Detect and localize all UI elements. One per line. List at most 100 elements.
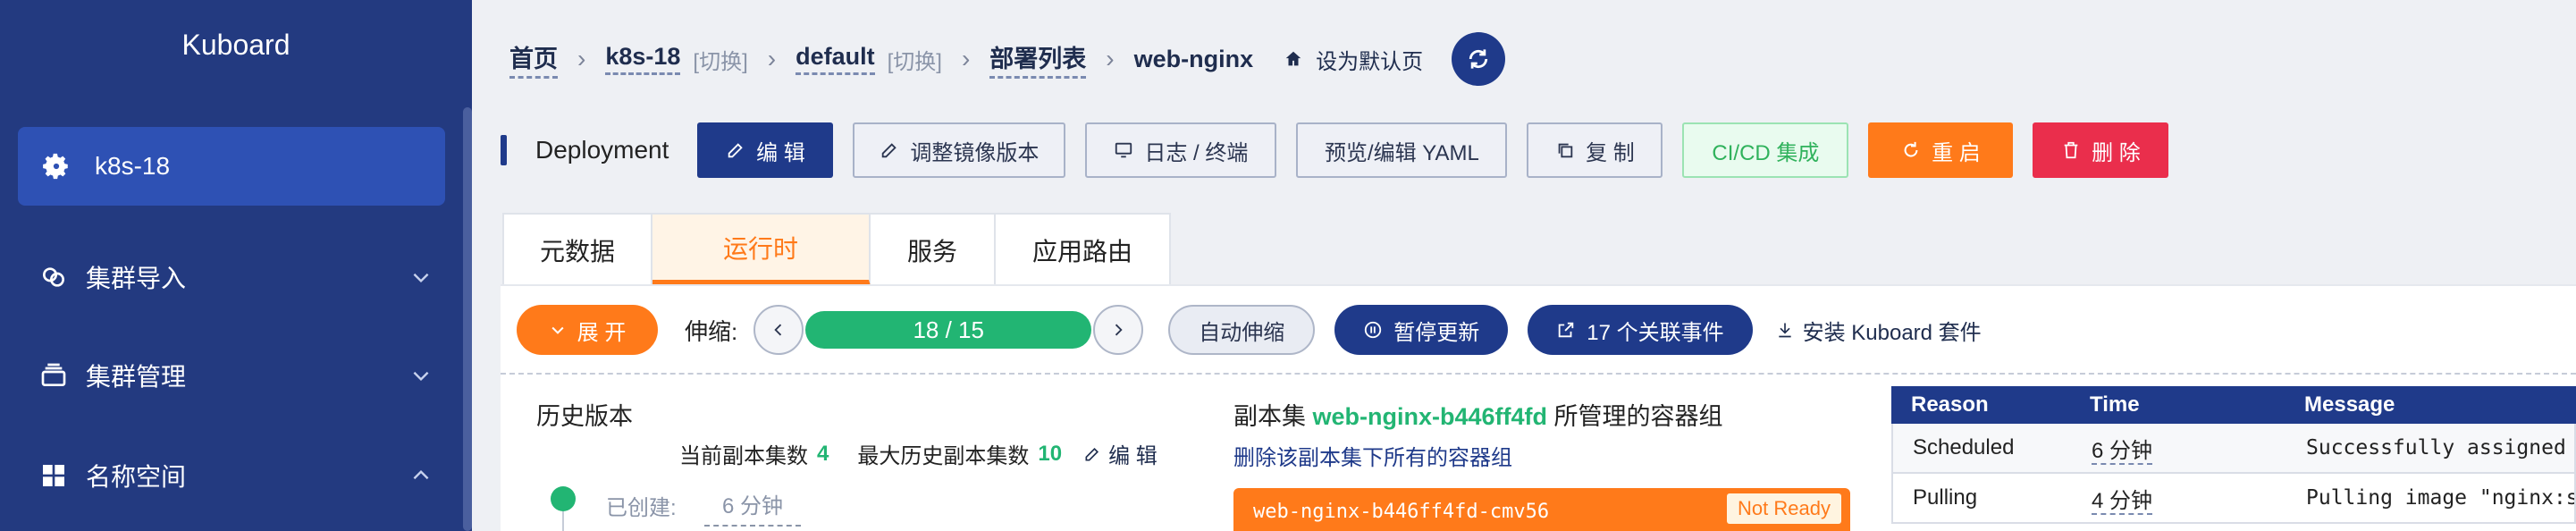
event-reason: Pulling	[1913, 485, 1978, 510]
brand-title: Kuboard	[181, 29, 290, 61]
table-row: Scheduled 6 分钟 Successfully assigned c	[1891, 424, 2576, 474]
delete-button[interactable]: 删 除	[2033, 122, 2169, 178]
yaml-button[interactable]: 预览/编辑 YAML	[1296, 122, 1508, 178]
pen-icon	[880, 140, 899, 160]
deployment-toolbar: Deployment 编 辑 调整镜像版本 日志 / 终端 预览/编辑 YAML…	[501, 122, 2188, 179]
copy-icon	[1555, 140, 1575, 160]
cicd-button-label: CI/CD 集成	[1712, 140, 1820, 165]
refresh-button[interactable]	[1452, 32, 1506, 86]
max-history-value: 10	[1038, 441, 1063, 466]
pod-card[interactable]: web-nginx-b446ff4fd-cmv56 Not Ready	[1233, 488, 1850, 531]
tab-service[interactable]: 服务	[871, 215, 996, 286]
restart-icon	[1901, 140, 1921, 160]
current-replicasets-label: 当前副本集数	[679, 444, 808, 468]
sidebar-item-namespace[interactable]: 名称空间	[39, 449, 433, 502]
home-icon	[1284, 49, 1303, 69]
download-icon	[1776, 321, 1794, 339]
copy-button[interactable]: 复 制	[1527, 122, 1663, 178]
chevron-down-icon	[549, 321, 567, 339]
link-icon	[39, 263, 68, 291]
breadcrumb-deploy-list-link[interactable]: 部署列表	[989, 39, 1087, 79]
chevron-up-icon	[409, 464, 433, 487]
edit-icon	[726, 140, 745, 160]
tab-metadata[interactable]: 元数据	[504, 215, 652, 286]
autoscale-button[interactable]: 自动伸缩	[1168, 305, 1316, 355]
sidebar-item-cluster-import[interactable]: 集群导入	[39, 250, 433, 304]
max-history-label: 最大历史副本集数	[857, 444, 1030, 468]
history-edit-label: 编 辑	[1108, 444, 1158, 468]
adjust-image-button[interactable]: 调整镜像版本	[853, 122, 1066, 178]
tab-app-route[interactable]: 应用路由	[996, 215, 1169, 286]
chevron-right-icon: ›	[1106, 45, 1115, 72]
pause-update-button[interactable]: 暂停更新	[1334, 305, 1509, 355]
monitor-icon	[1114, 140, 1133, 160]
events-table: Reason Time Message Scheduled 6 分钟 Succe…	[1891, 386, 2576, 524]
breadcrumb-current: web-nginx	[1133, 45, 1254, 72]
replicaset-title: 副本集 web-nginx-b446ff4fd 所管理的容器组	[1233, 397, 1723, 432]
events-button[interactable]: 17 个关联事件	[1528, 305, 1753, 355]
breadcrumb-cluster-link[interactable]: k8s-18	[605, 43, 681, 75]
divider	[501, 373, 2576, 375]
cicd-button[interactable]: CI/CD 集成	[1682, 122, 1849, 178]
chevron-right-icon: ›	[961, 45, 971, 72]
deployment-kind-label: Deployment	[535, 136, 669, 164]
restart-button[interactable]: 重 启	[1868, 122, 2014, 178]
grid-icon	[39, 461, 68, 490]
tab-bar: 元数据 运行时 服务 应用路由	[502, 213, 1171, 286]
logs-terminal-label: 日志 / 终端	[1144, 140, 1249, 165]
table-row: Pulling 4 分钟 Pulling image "nginx:sc	[1891, 474, 2576, 524]
breadcrumb-home-link[interactable]: 首页	[509, 39, 558, 79]
namespace-switch-link[interactable]: [切换]	[888, 44, 942, 75]
event-time: 6 分钟	[2092, 438, 2153, 465]
sidebar-item-cluster-manage[interactable]: 集群管理	[39, 349, 433, 402]
sidebar-cluster-item[interactable]: k8s-18	[18, 127, 445, 206]
set-default-link[interactable]: 设为默认页	[1316, 44, 1423, 75]
chevron-right-icon: ›	[767, 45, 777, 72]
delete-button-label: 删 除	[2092, 140, 2141, 165]
trash-icon	[2061, 140, 2081, 160]
event-message: Successfully assigned c	[2306, 436, 2574, 459]
install-kuboard-label: 安装 Kuboard 套件	[1802, 320, 1982, 345]
sidebar-item-label: 集群管理	[86, 363, 187, 391]
sidebar-scrollbar[interactable]	[463, 107, 472, 531]
edit-button[interactable]: 编 辑	[697, 122, 834, 178]
column-header-reason: Reason	[1911, 392, 1989, 417]
replicaset-prefix: 副本集	[1233, 403, 1306, 430]
scale-down-button[interactable]	[753, 305, 804, 355]
history-title: 历史版本	[536, 403, 633, 430]
sidebar: Kuboard k8s-18 集群导入 集群管理 名称空间	[0, 0, 472, 531]
external-link-icon	[1556, 320, 1576, 340]
timeline-line	[562, 511, 564, 531]
replicaset-name[interactable]: web-nginx-b446ff4fd	[1313, 403, 1548, 430]
column-header-message: Message	[2304, 392, 2395, 417]
cluster-switch-link[interactable]: [切换]	[693, 44, 747, 75]
expand-button[interactable]: 展 开	[517, 305, 658, 355]
column-header-time: Time	[2090, 392, 2140, 417]
pen-icon	[1083, 445, 1101, 463]
logs-terminal-button[interactable]: 日志 / 终端	[1085, 122, 1277, 178]
event-reason: Scheduled	[1913, 435, 2015, 459]
replicaset-suffix: 所管理的容器组	[1553, 403, 1723, 430]
scale-up-button[interactable]	[1093, 305, 1144, 355]
restart-button-label: 重 启	[1932, 140, 1981, 165]
events-table-header: Reason Time Message	[1891, 386, 2576, 424]
event-time-cell: 6 分钟	[2072, 433, 2286, 465]
event-time-cell: 4 分钟	[2072, 483, 2286, 515]
pod-name: web-nginx-b446ff4fd-cmv56	[1253, 501, 1550, 523]
scale-label: 伸缩:	[685, 317, 738, 345]
breadcrumb-namespace-link[interactable]: default	[796, 43, 875, 75]
tab-runtime[interactable]: 运行时	[652, 215, 871, 286]
event-message: Pulling image "nginx:sc	[2306, 486, 2574, 510]
history-edit-link[interactable]: 编 辑	[1083, 438, 1158, 469]
created-label: 已创建:	[606, 496, 677, 520]
runtime-panel: 展 开 伸缩: 18 / 15 自动伸缩 暂停更新 17 个关联事件 安装 Ku…	[501, 284, 2576, 531]
chevron-right-icon	[1109, 321, 1127, 339]
expand-button-label: 展 开	[577, 320, 627, 345]
delete-pods-link[interactable]: 删除该副本集下所有的容器组	[1233, 440, 1512, 471]
install-kuboard-link[interactable]: 安装 Kuboard 套件	[1776, 315, 1982, 346]
sidebar-cluster-label: k8s-18	[95, 152, 171, 180]
pause-update-label: 暂停更新	[1393, 320, 1480, 345]
edit-button-label: 编 辑	[756, 140, 805, 165]
chevron-down-icon	[409, 266, 433, 289]
chevron-left-icon	[770, 321, 787, 339]
